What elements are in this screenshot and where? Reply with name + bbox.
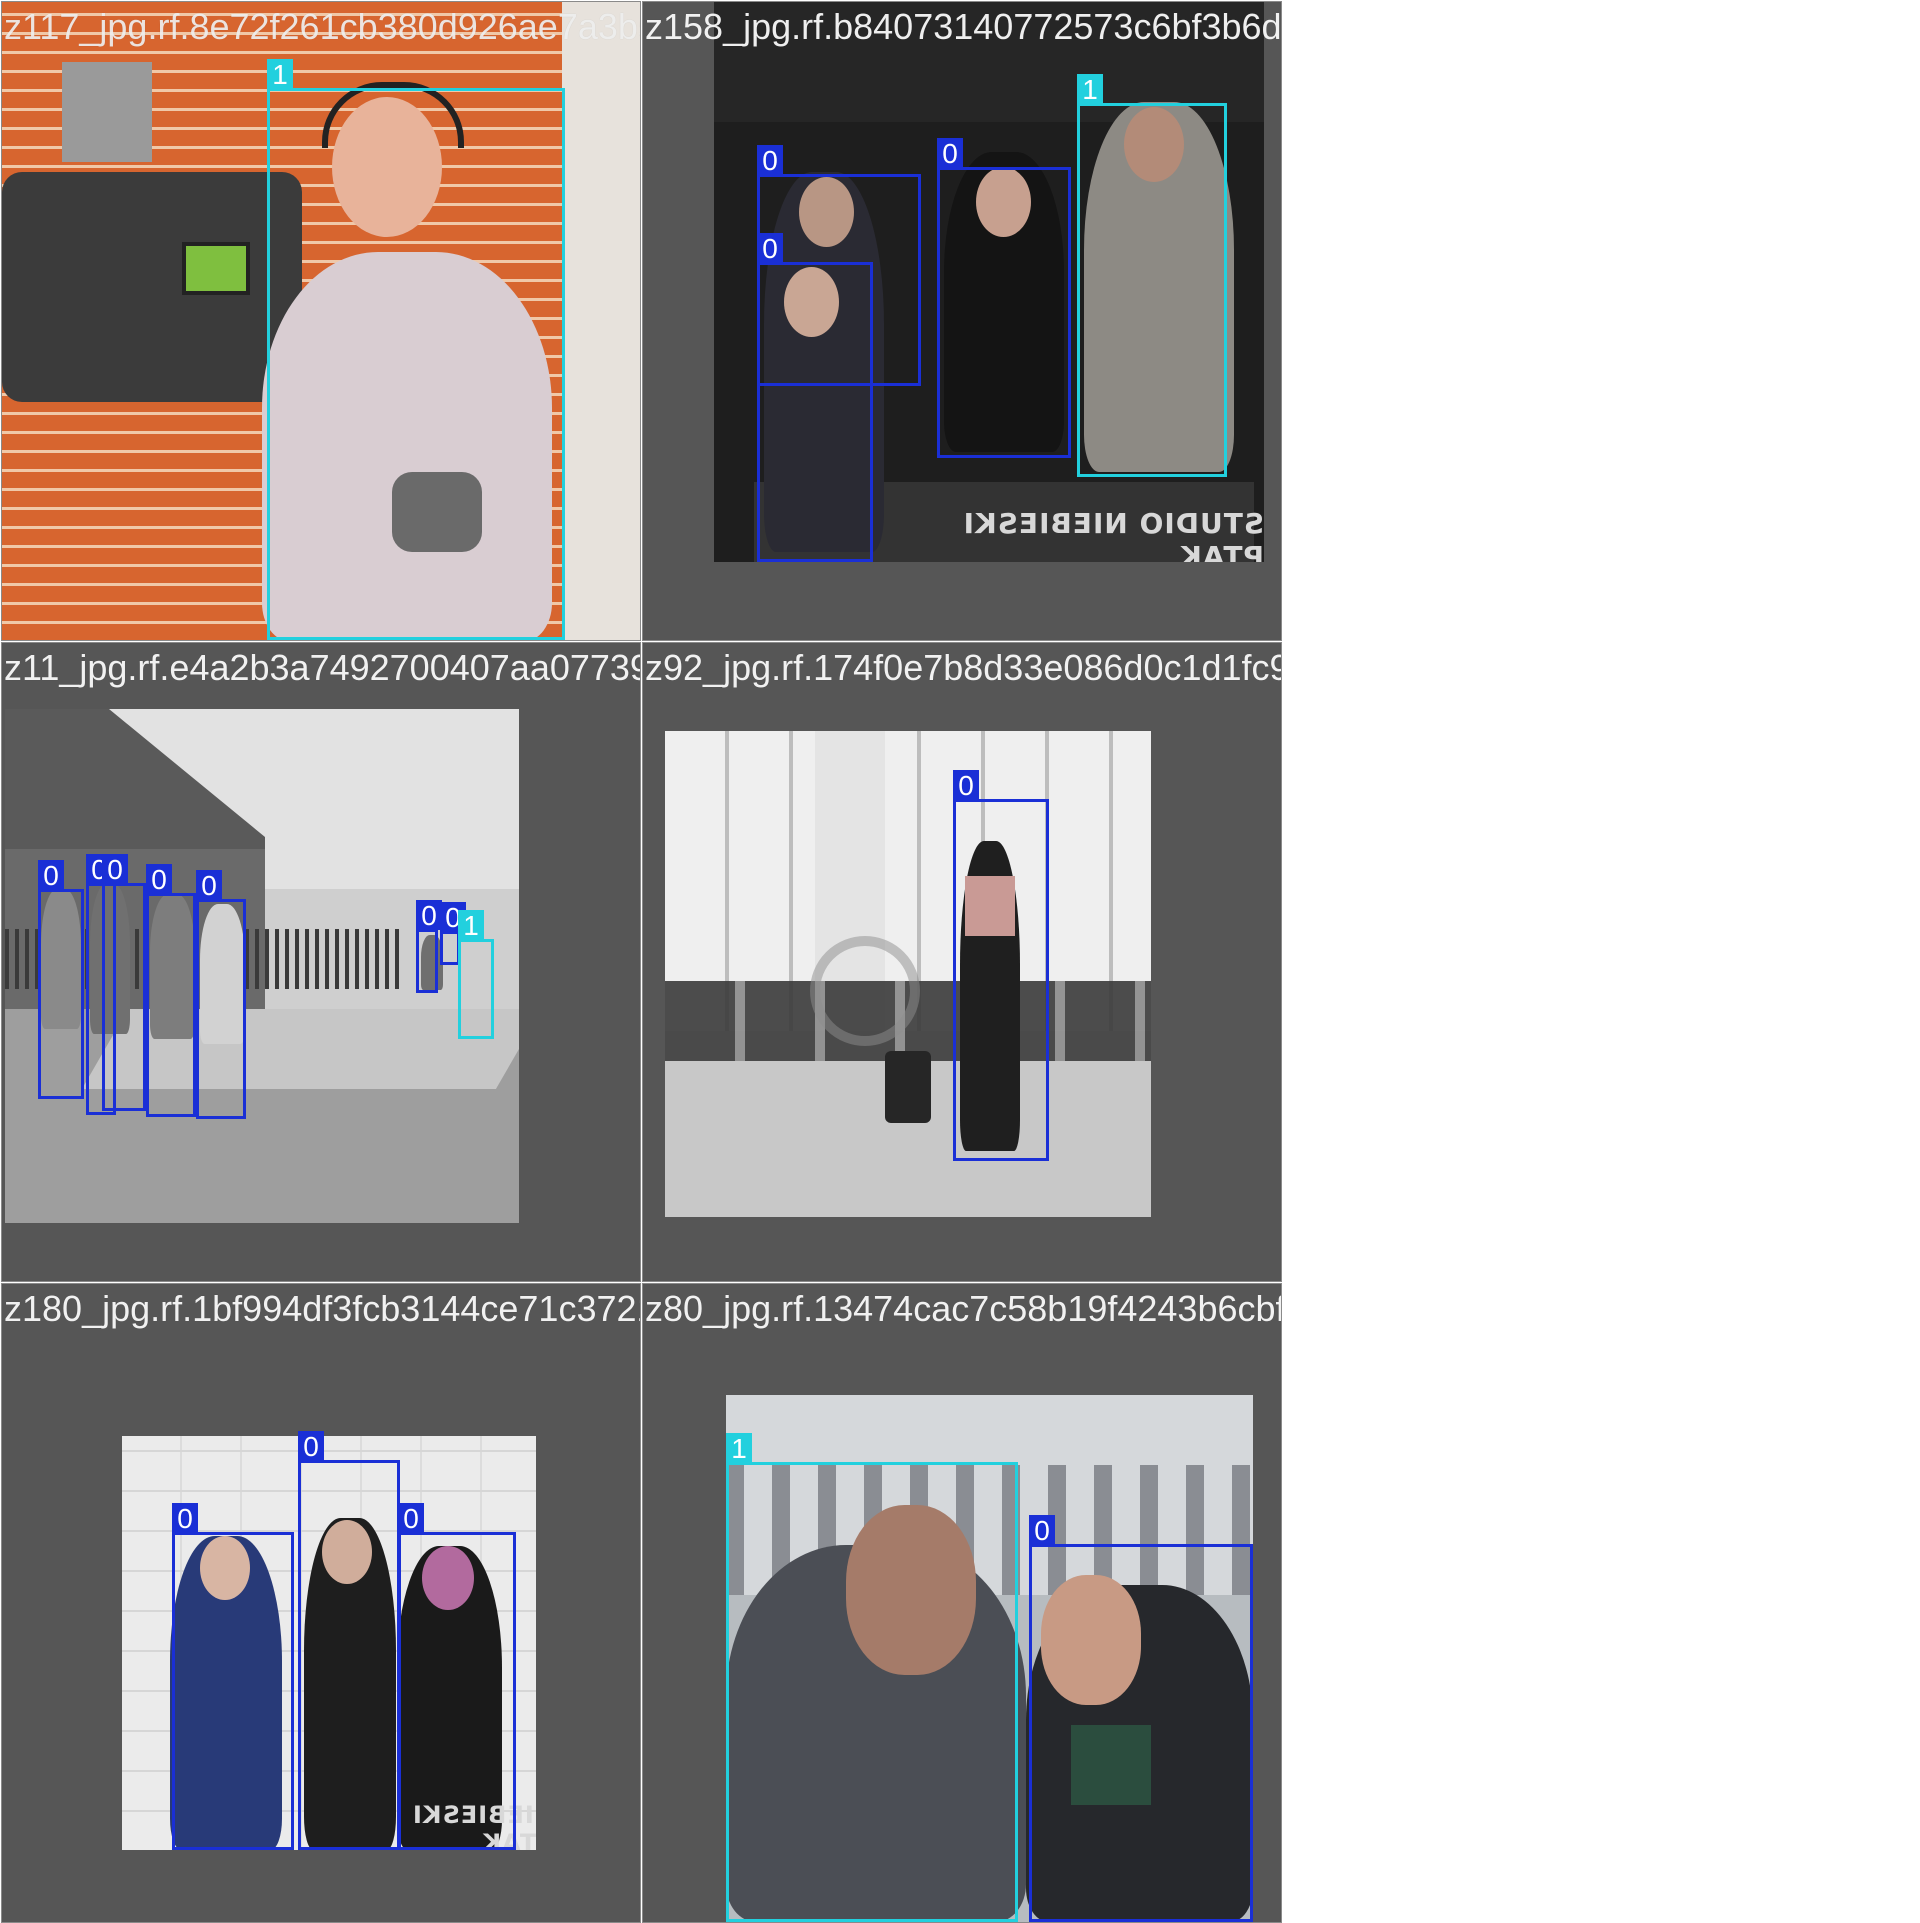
image-tile: STUDIO NIEBIESKI PTAK 0 0 0 1 z158_jpg.r…	[642, 1, 1282, 641]
studio-watermark: STUDIO NIEBIESKI PTAK	[962, 507, 1264, 562]
box-class-label: 0	[38, 860, 64, 891]
bounding-box: 0	[1029, 1515, 1253, 1922]
box-class-label: 0	[102, 854, 128, 885]
box-class-label: 0	[196, 870, 222, 901]
mosaic-grid: 1 z117_jpg.rf.8e72f261cb380d926ae7a3b5f4…	[0, 0, 1282, 1923]
photo-airport-lounge	[665, 731, 1151, 1217]
box-class-label: 1	[726, 1433, 752, 1464]
image-filename: z158_jpg.rf.b84073140772573c6bf3b6db10d3	[645, 6, 1282, 47]
box-class-label: 1	[1077, 74, 1103, 105]
bounding-box: 0	[146, 864, 196, 1117]
image-tile: NIEBIESKI PTAK 0 0 0 z180_jpg.rf.1bf994d…	[1, 1283, 641, 1923]
box-class-label: 0	[1029, 1515, 1055, 1546]
bounding-box: 1	[726, 1433, 1018, 1922]
bounding-box: 0	[757, 233, 873, 562]
bounding-box: 0	[440, 902, 466, 965]
bounding-box: 1	[1077, 74, 1227, 477]
image-tile: 0 0 0 0 0 0 0 1 z11_jpg.rf.e4a2b3a749270…	[1, 642, 641, 1282]
image-filename: z11_jpg.rf.e4a2b3a7492700407aa077392557	[4, 647, 640, 688]
box-class-label: 0	[757, 145, 783, 176]
image-filename: z80_jpg.rf.13474cac7c58b19f4243b6cbf7d9	[645, 1288, 1282, 1329]
bounding-box: 0	[953, 770, 1049, 1161]
image-filename: z180_jpg.rf.1bf994df3fcb3144ce71c3721303	[4, 1288, 640, 1329]
bounding-box: 0	[196, 870, 246, 1119]
box-class-label: 0	[398, 1503, 424, 1534]
bounding-box: 1	[458, 910, 494, 1039]
box-class-label: 0	[757, 233, 783, 264]
image-filename: z92_jpg.rf.174f0e7b8d33e086d0c1d1fc99e06	[645, 647, 1281, 688]
box-class-label: 1	[267, 59, 293, 90]
image-tile: 1 z117_jpg.rf.8e72f261cb380d926ae7a3b5f4…	[1, 1, 641, 641]
bounding-box: 0	[38, 860, 84, 1099]
image-tile: 1 0 z80_jpg.rf.13474cac7c58b19f4243b6cbf…	[642, 1283, 1282, 1923]
box-class-label: 0	[298, 1431, 324, 1462]
image-filename: z117_jpg.rf.8e72f261cb380d926ae7a3b5f48b…	[4, 6, 640, 47]
bounding-box: 0	[398, 1503, 516, 1850]
bounding-box: 0	[298, 1431, 400, 1850]
bounding-box: 0	[102, 854, 146, 1111]
box-class-label: 1	[458, 910, 484, 941]
bounding-box: 0	[172, 1503, 294, 1850]
box-class-label: 0	[937, 138, 963, 169]
image-tile: 0 z92_jpg.rf.174f0e7b8d33e086d0c1d1fc99e…	[642, 642, 1282, 1282]
box-class-label: 0	[172, 1503, 198, 1534]
box-class-label: 0	[953, 770, 979, 801]
box-class-label: 0	[146, 864, 172, 895]
bounding-box: 0	[937, 138, 1071, 458]
box-class-label: 0	[416, 900, 442, 931]
bounding-box: 0	[416, 900, 442, 993]
bounding-box: 1	[267, 59, 565, 640]
